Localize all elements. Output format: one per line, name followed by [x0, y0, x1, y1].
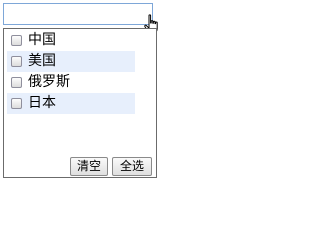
checkbox-unchecked-icon[interactable] [11, 56, 22, 67]
options-list: 中国 美国 俄罗斯 日本 [7, 30, 135, 114]
list-item-usa[interactable]: 美国 [7, 51, 135, 72]
list-item-japan[interactable]: 日本 [7, 93, 135, 114]
options-dropdown: 中国 美国 俄罗斯 日本 清空 全选 [3, 28, 157, 178]
list-item-russia[interactable]: 俄罗斯 [7, 72, 135, 93]
multi-select-widget: 中国 美国 俄罗斯 日本 清空 全选 [3, 3, 158, 178]
clear-button[interactable]: 清空 [70, 157, 108, 176]
checkbox-unchecked-icon[interactable] [11, 98, 22, 109]
checkbox-unchecked-icon[interactable] [11, 35, 22, 46]
list-item-label: 俄罗斯 [28, 74, 70, 90]
list-item-china[interactable]: 中国 [7, 30, 135, 51]
list-item-label: 日本 [28, 95, 56, 111]
select-all-button[interactable]: 全选 [112, 157, 152, 176]
checkbox-unchecked-icon[interactable] [11, 77, 22, 88]
list-item-label: 中国 [28, 32, 56, 48]
list-item-label: 美国 [28, 53, 56, 69]
search-input[interactable] [3, 3, 153, 25]
